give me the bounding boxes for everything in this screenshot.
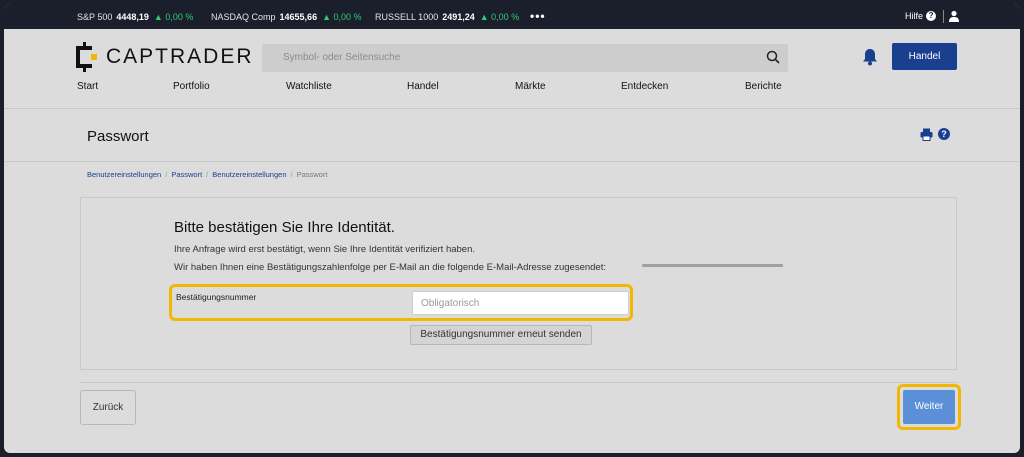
nav-start[interactable]: Start	[77, 81, 98, 92]
nav-portfolio[interactable]: Portfolio	[173, 81, 210, 92]
trade-button[interactable]: Handel	[892, 43, 957, 70]
breadcrumb-current: Passwort	[296, 170, 328, 179]
ticker-bar: S&P 500 4448,19 ▲ 0,00 % NASDAQ Comp 14655,…	[4, 4, 1020, 29]
next-button[interactable]: Weiter	[903, 390, 955, 424]
confirmation-number-label: Bestätigungsnummer	[176, 292, 257, 302]
ticker-name: RUSSELL 1000	[375, 12, 439, 22]
nav-markets[interactable]: Märkte	[515, 81, 546, 92]
main-header: CAPTRADER Symbol- oder Seitensuche Hande…	[4, 29, 1020, 109]
page-title-bar: Passwort ?	[4, 110, 1020, 162]
help-icon[interactable]: ?	[938, 128, 950, 140]
help-label: Hilfe	[905, 11, 924, 21]
ticker-change: ▲ 0,00 %	[479, 12, 520, 22]
app-window: S&P 500 4448,19 ▲ 0,00 % NASDAQ Comp 14655,…	[4, 4, 1020, 453]
more-tickers-button[interactable]: •••	[530, 9, 546, 23]
breadcrumb-separator: /	[290, 170, 293, 179]
confirmation-number-row: Bestätigungsnummer	[169, 284, 633, 321]
nav-watchlist[interactable]: Watchliste	[286, 81, 332, 92]
next-button-highlight: Weiter	[897, 384, 961, 430]
nav-reports[interactable]: Berichte	[745, 81, 782, 92]
ticker-value: 4448,19	[116, 12, 149, 22]
email-info-text: Wir haben Ihnen eine Bestätigungszahlenf…	[174, 262, 606, 273]
nav-discover[interactable]: Entdecken	[621, 81, 668, 92]
ticker-name: NASDAQ Comp	[211, 12, 276, 22]
ticker-change: ▲ 0,00 %	[322, 12, 362, 22]
footer-divider	[80, 382, 957, 383]
resend-code-button[interactable]: Bestätigungsnummer erneut senden	[410, 325, 592, 345]
ticker-value: 2491,24	[442, 12, 475, 22]
captrader-logo-icon	[76, 42, 97, 72]
logo-text: CAPTRADER	[106, 45, 254, 68]
bell-icon[interactable]	[862, 48, 878, 66]
page-title: Passwort	[87, 128, 149, 145]
help-circle-icon: ?	[926, 11, 937, 21]
confirmation-number-input[interactable]	[412, 291, 629, 315]
search-input[interactable]: Symbol- oder Seitensuche	[283, 52, 400, 63]
print-icon[interactable]	[920, 128, 933, 141]
breadcrumb-link[interactable]: Passwort	[171, 170, 202, 179]
ticker-item-sp500[interactable]: S&P 500 4448,19 ▲ 0,00 %	[77, 12, 193, 22]
ticker-change: ▲ 0,00 %	[153, 12, 194, 22]
ticker-item-nasdaq[interactable]: NASDAQ Comp 14655,66 ▲ 0,00 %	[211, 12, 362, 22]
logo[interactable]: CAPTRADER	[74, 42, 254, 72]
info-text: Ihre Anfrage wird erst bestätigt, wenn S…	[174, 244, 475, 255]
user-icon[interactable]	[948, 10, 960, 22]
help-link[interactable]: Hilfe ?	[905, 11, 937, 21]
nav-trade[interactable]: Handel	[407, 81, 439, 92]
divider	[943, 10, 944, 23]
breadcrumb-link[interactable]: Benutzereinstellungen	[212, 170, 286, 179]
verification-card: Bitte bestätigen Sie Ihre Identität. Ihr…	[80, 197, 957, 370]
ticker-item-russell[interactable]: RUSSELL 1000 2491,24 ▲ 0,00 %	[375, 12, 519, 22]
ticker-name: S&P 500	[77, 12, 113, 22]
search-bar[interactable]: Symbol- oder Seitensuche	[262, 44, 788, 72]
breadcrumb-link[interactable]: Benutzereinstellungen	[87, 170, 161, 179]
ticker-value: 14655,66	[279, 12, 318, 22]
back-button[interactable]: Zurück	[80, 390, 136, 425]
redacted-email	[642, 264, 783, 267]
breadcrumb-separator: /	[165, 170, 168, 179]
search-icon[interactable]	[766, 50, 780, 64]
breadcrumb: Benutzereinstellungen / Passwort / Benutzere…	[87, 170, 327, 179]
card-title: Bitte bestätigen Sie Ihre Identität.	[174, 219, 395, 236]
breadcrumb-separator: /	[206, 170, 209, 179]
